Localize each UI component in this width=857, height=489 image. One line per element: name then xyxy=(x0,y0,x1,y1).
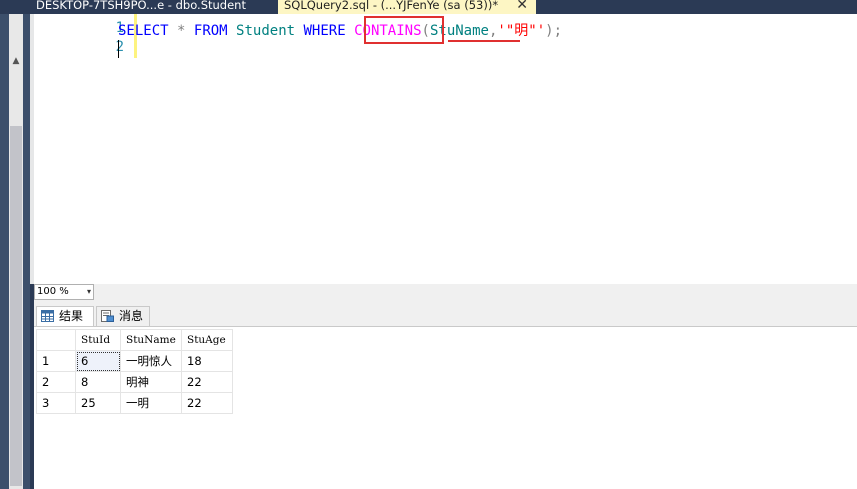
contains-highlight-box xyxy=(364,16,444,44)
keyword-select: SELECT xyxy=(118,23,169,39)
grid-cell-stuid[interactable]: 8 xyxy=(75,371,121,393)
table-name: Student xyxy=(236,23,296,39)
grid-cell-stuage[interactable]: 22 xyxy=(181,371,233,393)
token-close: ); xyxy=(545,23,562,39)
tab-results[interactable]: 结果 xyxy=(36,306,94,326)
results-tab-strip: 结果 消息 xyxy=(34,300,857,327)
keyword-where: WHERE xyxy=(303,23,346,39)
zoom-dropdown[interactable]: 100 % ▾ xyxy=(34,284,94,300)
grid-cell-stuage[interactable]: 22 xyxy=(181,392,233,414)
row-number[interactable]: 2 xyxy=(36,371,76,393)
column-header-stuid[interactable]: StuId xyxy=(75,329,121,351)
grid-cell-stuid[interactable]: 6 xyxy=(75,350,121,372)
tab-messages-label: 消息 xyxy=(119,309,144,323)
stuname-underline xyxy=(448,40,520,42)
tab-label: DESKTOP-7TSH9PO...e - dbo.Student xyxy=(36,0,246,12)
grid-corner[interactable] xyxy=(36,329,76,351)
close-icon[interactable]: ✕ xyxy=(516,0,528,14)
grid-cell-stuid[interactable]: 25 xyxy=(75,392,121,414)
grid-cell-stuage[interactable]: 18 xyxy=(181,350,233,372)
column-header-stuname[interactable]: StuName xyxy=(120,329,182,351)
table-row: 3 25 一明 22 xyxy=(36,392,233,414)
code-line-1[interactable]: SELECT * FROM Student WHERE CONTAINS(Stu… xyxy=(118,20,562,40)
row-number[interactable]: 1 xyxy=(36,350,76,372)
scrollbar-thumb[interactable] xyxy=(10,126,22,486)
tab-messages[interactable]: 消息 xyxy=(96,306,150,326)
chevron-down-icon[interactable]: ▾ xyxy=(87,285,91,299)
tab-object-explorer-table[interactable]: DESKTOP-7TSH9PO...e - dbo.Student xyxy=(30,0,280,14)
document-tab-strip: DESKTOP-7TSH9PO...e - dbo.Student SQLQue… xyxy=(0,0,857,14)
tab-label: SQLQuery2.sql - (...YJFenYe (sa (53))* xyxy=(284,0,499,12)
text-caret xyxy=(118,40,119,58)
grid-icon xyxy=(41,310,54,322)
column-header-stuage[interactable]: StuAge xyxy=(181,329,233,351)
grid-cell-stuname[interactable]: 一明 xyxy=(120,392,182,414)
zoom-bar: 100 % ▾ xyxy=(34,284,857,300)
string-literal: '"明"' xyxy=(497,23,546,39)
tab-sql-query[interactable]: SQLQuery2.sql - (...YJFenYe (sa (53))* ✕ xyxy=(278,0,536,14)
table-row: 2 8 明神 22 xyxy=(36,371,233,393)
tab-results-label: 结果 xyxy=(59,309,84,323)
table-row: 1 6 一明惊人 18 xyxy=(36,350,233,372)
grid-cell-stuname[interactable]: 一明惊人 xyxy=(120,350,182,372)
scroll-up-arrow-icon[interactable]: ▲ xyxy=(9,54,23,68)
query-editor[interactable]: 1 2 SELECT * FROM Student WHERE CONTAINS… xyxy=(30,14,857,284)
results-pane: StuId StuName StuAge 1 6 一明惊人 18 2 8 明神 … xyxy=(34,327,857,489)
message-icon xyxy=(101,310,114,322)
grid-header-row: StuId StuName StuAge xyxy=(36,329,233,351)
results-grid: StuId StuName StuAge 1 6 一明惊人 18 2 8 明神 … xyxy=(36,329,233,414)
grid-cell-stuname[interactable]: 明神 xyxy=(120,371,182,393)
row-number[interactable]: 3 xyxy=(36,392,76,414)
token-star: * xyxy=(177,23,186,39)
left-panel: ▲ xyxy=(0,14,30,489)
zoom-value: 100 % xyxy=(37,286,69,297)
line-number: 2 xyxy=(115,39,124,55)
keyword-from: FROM xyxy=(193,23,228,39)
